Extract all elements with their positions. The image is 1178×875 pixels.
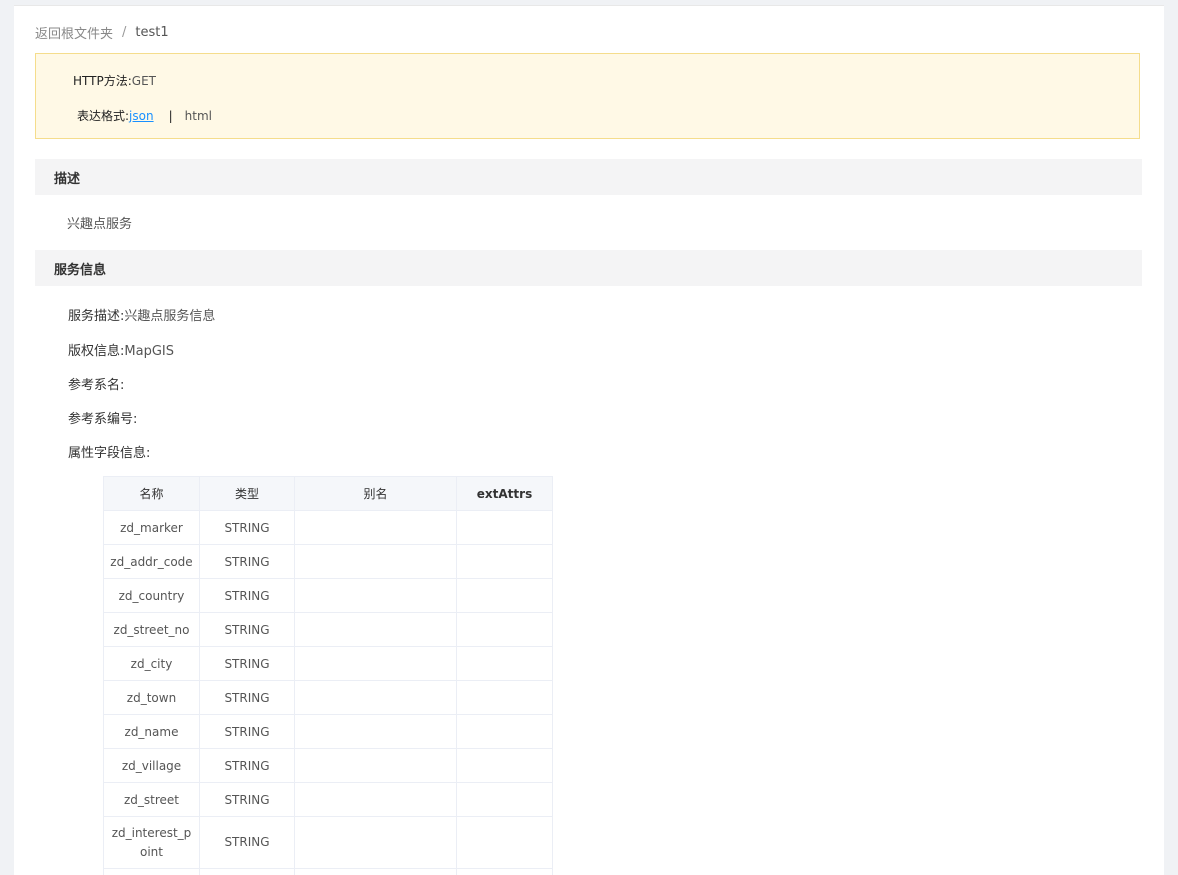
table-row: zd_country STRING: [103, 578, 553, 613]
cell-name: zd_marker: [103, 510, 200, 545]
table-row: zd_addr_code STRING: [103, 544, 553, 579]
http-method-value: GET: [131, 73, 156, 88]
format-html-option[interactable]: html: [185, 109, 212, 123]
format-separator: |: [168, 108, 173, 123]
cell-extattrs: [456, 646, 553, 681]
table-header-row: 名称 类型 别名 extAttrs: [103, 476, 553, 511]
table-row: zd_city STRING: [103, 646, 553, 681]
format-json-link[interactable]: json: [129, 109, 154, 123]
attribute-table-body: zd_marker STRING zd_addr_code STRING zd_coun…: [103, 510, 553, 875]
breadcrumb-separator: /: [122, 25, 127, 40]
cell-name: zd_street: [103, 782, 200, 817]
http-method-label: HTTP方法:: [73, 74, 132, 88]
attribute-table: 名称 类型 别名 extAttrs zd_marker STRING zd_addr…: [103, 476, 553, 875]
cell-extattrs: [456, 868, 553, 875]
table-row: zd_marker STRING: [103, 510, 553, 545]
cell-extattrs: [456, 544, 553, 579]
copyright-value: MapGIS: [124, 344, 174, 359]
cell-alias: [294, 510, 457, 545]
column-header-extattrs: extAttrs: [456, 476, 553, 511]
cell-name: zd_street_no: [103, 612, 200, 647]
service-desc-field: 服务描述:兴趣点服务信息: [68, 305, 215, 324]
cell-name: zd_country: [103, 578, 200, 613]
breadcrumb-current: test1: [135, 25, 169, 40]
cell-type: STRING: [199, 680, 295, 715]
breadcrumb: 返回根文件夹 / test1: [35, 23, 169, 42]
format-row: 表达格式: json | html: [77, 107, 212, 124]
cell-type: STRING: [199, 612, 295, 647]
cell-type: STRING: [199, 782, 295, 817]
cell-alias: [294, 748, 457, 783]
cell-alias: [294, 816, 457, 869]
cell-extattrs: [456, 714, 553, 749]
column-header-type: 类型: [199, 476, 295, 511]
cell-type: STRING: [199, 714, 295, 749]
cell-name: zd_addr_code: [103, 544, 200, 579]
table-row: zd_interest_p oint STRING: [103, 816, 553, 869]
cell-alias: [294, 680, 457, 715]
service-desc-label: 服务描述:: [68, 309, 125, 324]
cell-alias: [294, 782, 457, 817]
top-divider: [14, 5, 1164, 6]
table-row: zd_street STRING: [103, 782, 553, 817]
http-method-row: HTTP方法: GET: [73, 72, 156, 89]
table-row: zd_street_no STRING: [103, 612, 553, 647]
format-label: 表达格式:: [77, 109, 130, 123]
cell-name: zd_name: [103, 714, 200, 749]
copyright-label: 版权信息:: [68, 344, 125, 359]
ref-name-field: 参考系名:: [68, 374, 124, 393]
ref-code-field: 参考系编号:: [68, 408, 137, 427]
cell-name: [103, 868, 200, 875]
cell-extattrs: [456, 612, 553, 647]
cell-alias: [294, 714, 457, 749]
cell-alias: [294, 544, 457, 579]
cell-alias: [294, 578, 457, 613]
cell-extattrs: [456, 782, 553, 817]
cell-extattrs: [456, 680, 553, 715]
table-row: zd_name STRING: [103, 714, 553, 749]
cell-alias: [294, 612, 457, 647]
table-row: [103, 868, 553, 875]
cell-type: STRING: [199, 578, 295, 613]
column-header-alias: 别名: [294, 476, 457, 511]
request-info-box: HTTP方法: GET 表达格式: json | html: [35, 53, 1140, 139]
copyright-field: 版权信息:MapGIS: [68, 340, 174, 359]
cell-extattrs: [456, 510, 553, 545]
cell-name: zd_city: [103, 646, 200, 681]
column-header-name: 名称: [103, 476, 200, 511]
cell-type: STRING: [199, 510, 295, 545]
cell-alias: [294, 646, 457, 681]
breadcrumb-back-link[interactable]: 返回根文件夹: [35, 23, 113, 42]
cell-type: STRING: [199, 748, 295, 783]
section-header-service-info: 服务信息: [35, 250, 1142, 286]
cell-extattrs: [456, 816, 553, 869]
cell-name: zd_village: [103, 748, 200, 783]
ref-name-label: 参考系名:: [68, 378, 125, 393]
cell-type: [199, 868, 295, 875]
cell-type: STRING: [199, 544, 295, 579]
cell-type: STRING: [199, 646, 295, 681]
cell-extattrs: [456, 748, 553, 783]
section-header-description: 描述: [35, 159, 1142, 195]
cell-extattrs: [456, 578, 553, 613]
service-desc-value: 兴趣点服务信息: [124, 309, 216, 324]
cell-alias: [294, 868, 457, 875]
attr-fields-label: 属性字段信息:: [68, 446, 151, 461]
content-panel: 返回根文件夹 / test1 HTTP方法: GET 表达格式: json | …: [14, 5, 1164, 875]
table-row: zd_town STRING: [103, 680, 553, 715]
ref-code-label: 参考系编号:: [68, 412, 138, 427]
cell-type: STRING: [199, 816, 295, 869]
description-text: 兴趣点服务: [67, 217, 133, 232]
table-row: zd_village STRING: [103, 748, 553, 783]
cell-name: zd_interest_p oint: [103, 816, 200, 869]
cell-name: zd_town: [103, 680, 200, 715]
